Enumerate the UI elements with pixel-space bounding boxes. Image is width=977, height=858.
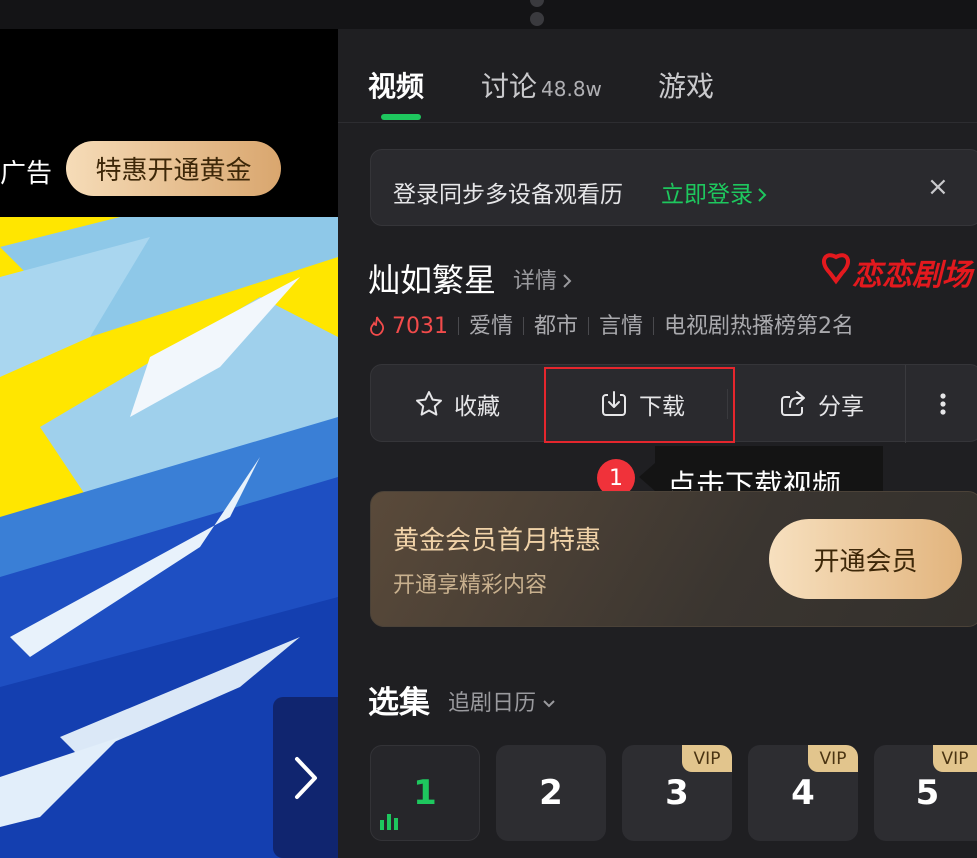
- favorite-button[interactable]: 收藏: [371, 365, 543, 443]
- episode-number: 5: [915, 773, 940, 813]
- vip-promo-title: 黄金会员首月特惠: [393, 526, 602, 556]
- more-button[interactable]: [905, 365, 977, 443]
- episode-item-1[interactable]: 1: [370, 745, 480, 841]
- vip-badge: VIP: [808, 745, 858, 772]
- chevron-right-icon: [563, 274, 572, 288]
- tab-video[interactable]: 视频: [368, 65, 424, 105]
- tag-romance-novel[interactable]: 言情: [599, 314, 643, 339]
- episodes-heading: 选集: [368, 685, 430, 721]
- star-icon: [416, 391, 442, 416]
- active-tab-indicator: [381, 114, 421, 120]
- tag-romance[interactable]: 爱情: [469, 314, 513, 339]
- ad-vip-button[interactable]: 特惠开通黄金: [66, 141, 281, 196]
- tab-games[interactable]: 游戏: [658, 65, 714, 105]
- show-detail-label: 详情: [513, 269, 558, 294]
- download-highlight-box: [544, 367, 735, 443]
- show-title: 灿如繁星: [368, 261, 497, 299]
- login-banner-text: 登录同步多设备观看历: [393, 182, 623, 208]
- tag-urban[interactable]: 都市: [534, 314, 578, 339]
- episode-number: 3: [665, 773, 689, 813]
- ad-strip: 广告 特惠开通黄金: [0, 29, 338, 217]
- tab-discussion-label: 讨论: [481, 70, 538, 103]
- share-label: 分享: [818, 394, 864, 420]
- vip-promo-card: 黄金会员首月特惠 开通享精彩内容 开通会员: [370, 491, 977, 627]
- episode-item-5[interactable]: 5 VIP: [874, 745, 977, 841]
- tab-games-label: 游戏: [658, 70, 715, 103]
- show-meta: 7031 爱情 都市 言情 电视剧热播榜第2名: [368, 308, 854, 340]
- drama-calendar-link[interactable]: 追剧日历: [448, 685, 556, 717]
- episode-item-3[interactable]: 3 VIP: [622, 745, 732, 841]
- next-episode-arrow[interactable]: [273, 697, 338, 858]
- chevron-down-icon: [543, 700, 555, 708]
- vip-badge: VIP: [682, 745, 732, 772]
- chevron-right-icon: [294, 756, 317, 799]
- chevron-right-icon: [758, 188, 767, 202]
- open-membership-button[interactable]: 开通会员: [769, 519, 962, 599]
- episode-item-4[interactable]: 4 VIP: [748, 745, 858, 841]
- episode-number: 4: [791, 773, 815, 813]
- vip-badge: VIP: [933, 745, 977, 772]
- login-now-link[interactable]: 立即登录: [661, 175, 768, 209]
- tab-discussion-count: 48.8w: [541, 77, 602, 101]
- playing-bars-icon: [380, 814, 398, 830]
- ad-label: 广告: [0, 159, 53, 189]
- episode-number: 2: [539, 773, 563, 813]
- episode-item-2[interactable]: 2: [496, 745, 606, 841]
- video-player[interactable]: 广告 特惠开通黄金: [0, 29, 338, 858]
- episode-number: 1: [413, 773, 437, 813]
- side-panel: 视频 讨论 48.8w 游戏 登录同步多设备观看历 立即登录 × 灿如繁星 详情 …: [338, 29, 977, 858]
- top-bar: [0, 0, 977, 29]
- logo-text: 恋恋剧场: [852, 258, 975, 293]
- vip-promo-subtitle: 开通享精彩内容: [393, 573, 548, 598]
- login-now-label: 立即登录: [661, 182, 753, 208]
- login-banner: 登录同步多设备观看历 立即登录 ×: [370, 149, 977, 226]
- share-button[interactable]: 分享: [737, 365, 905, 443]
- share-icon: [781, 391, 805, 416]
- more-vertical-icon: [939, 393, 946, 415]
- drama-calendar-label: 追剧日历: [448, 691, 537, 716]
- heat-value: 7031: [392, 314, 448, 339]
- fire-icon: [370, 316, 385, 336]
- top-bar-icons: [530, 0, 650, 26]
- show-detail-link[interactable]: 详情: [513, 263, 573, 295]
- favorite-label: 收藏: [454, 394, 500, 420]
- panel-tabs: 视频 讨论 48.8w 游戏: [338, 29, 977, 123]
- tab-video-label: 视频: [368, 70, 425, 103]
- channel-logo: 恋恋剧场: [822, 253, 975, 293]
- tab-discussion[interactable]: 讨论 48.8w: [481, 65, 602, 105]
- tag-ranking[interactable]: 电视剧热播榜第2名: [664, 314, 854, 339]
- close-icon[interactable]: ×: [927, 172, 949, 202]
